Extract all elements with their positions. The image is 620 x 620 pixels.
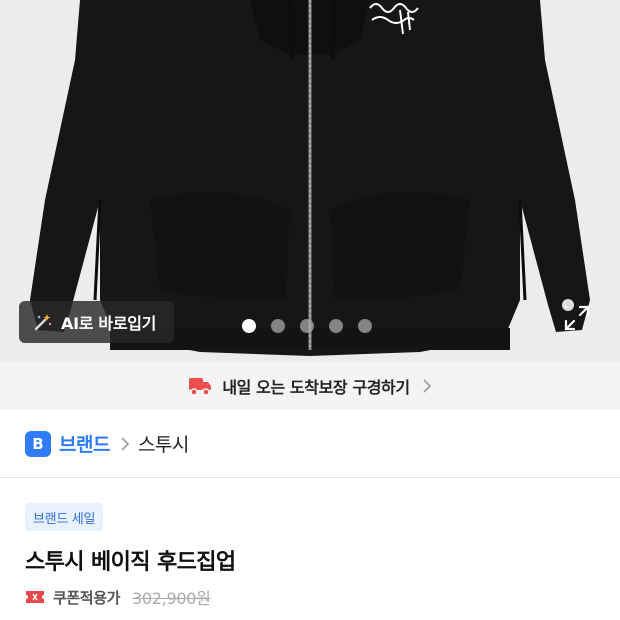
brand-breadcrumb: B 브랜드 스투시 [0,410,620,478]
ai-try-on-button[interactable]: AI로 바로입기 [19,301,174,343]
carousel-dot[interactable] [329,319,343,333]
carousel-dot[interactable] [271,319,285,333]
brand-category-link[interactable]: 브랜드 [59,430,110,457]
ai-try-on-label: AI로 바로입기 [61,314,157,333]
coupon-price-label: 쿠폰적용가 [53,588,121,607]
price-row: 쿠폰적용가 302,900원 [25,585,211,609]
carousel-dot[interactable] [242,319,256,333]
delivery-truck-icon [189,378,212,396]
carousel-indicator [242,319,372,333]
chevron-right-icon [121,436,130,451]
fullscreen-expand-icon[interactable] [564,305,590,331]
delivery-guarantee-banner[interactable]: 내일 오는 도착보장 구경하기 [0,362,620,410]
original-price: 302,900원 [132,589,211,608]
delivery-banner-text: 내일 오는 도착보장 구경하기 [222,378,410,397]
carousel-dot[interactable] [358,319,372,333]
coupon-ticket-icon [26,591,44,603]
brand-badge-icon: B [25,430,51,457]
product-title: 스투시 베이직 후드집업 [25,550,236,575]
chevron-right-icon [423,379,431,393]
magic-wand-icon [34,314,52,331]
brand-name-link[interactable]: 스투시 [138,430,189,457]
product-image-carousel[interactable]: AI로 바로입기 [0,0,620,362]
carousel-dot[interactable] [300,319,314,333]
brand-sale-badge: 브랜드 세일 [25,503,104,531]
